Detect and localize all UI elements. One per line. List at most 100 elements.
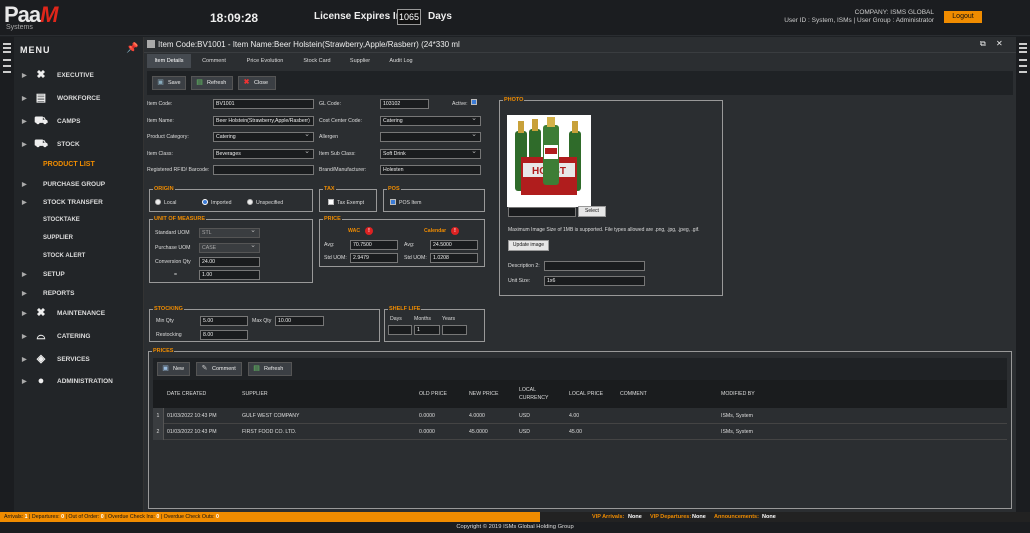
sidebar-item-administration[interactable]: ▶ ● ADMINISTRATION: [14, 373, 144, 391]
chevron-down-icon: ▶: [22, 142, 27, 148]
announcements-value: None: [762, 514, 776, 520]
max-qty-input[interactable]: 10.00: [275, 316, 324, 326]
tab-stock-card[interactable]: Stock Card: [295, 54, 339, 68]
uom-title: UNIT OF MEASURE: [153, 216, 207, 222]
cal-std-label: Std UOM:: [404, 255, 427, 261]
logout-button[interactable]: Logout: [944, 11, 982, 23]
restore-icon[interactable]: ⧉: [980, 39, 986, 49]
description-2-label: Description 2:: [508, 263, 540, 269]
tax-title: TAX: [323, 186, 336, 192]
restocking-input[interactable]: 8.00: [200, 330, 248, 340]
allergen-select[interactable]: [380, 132, 481, 142]
description-2-input[interactable]: [544, 261, 645, 271]
row-number: 1: [153, 408, 164, 424]
overdue-checkouts-count[interactable]: 0: [216, 514, 219, 520]
pos-item-checkbox[interactable]: [390, 199, 396, 205]
sidebar-sub-purchase-group[interactable]: ▶ PURCHASE GROUP: [14, 176, 144, 194]
brand-input[interactable]: Holesten: [380, 165, 481, 175]
active-checkbox[interactable]: [471, 99, 477, 105]
select-photo-button[interactable]: Select: [578, 206, 606, 217]
sidebar-sub-stock-alert[interactable]: STOCK ALERT: [43, 253, 85, 259]
prices-refresh-button[interactable]: ▤ Refresh: [248, 362, 292, 376]
close-label: Close: [254, 80, 269, 86]
refresh-label: Refresh: [207, 80, 227, 86]
tab-item-details[interactable]: Item Details: [147, 54, 191, 68]
chevron-right-icon: ▶: [22, 96, 27, 102]
item-class-select[interactable]: Beverages: [213, 149, 314, 159]
sidebar-sub-product-list[interactable]: PRODUCT LIST: [43, 161, 95, 168]
logo-subtitle: Systems: [6, 24, 33, 31]
out-of-order-count[interactable]: 0: [101, 514, 104, 520]
calendar-info-icon[interactable]: !: [451, 227, 459, 235]
origin-local-radio[interactable]: [155, 199, 161, 205]
refresh-button[interactable]: ▤ Refresh: [191, 76, 233, 90]
table-row[interactable]: 2 01/03/2022 10:43 PM FIRST FOOD CO. LTD…: [153, 424, 1007, 440]
origin-unspecified-radio[interactable]: [247, 199, 253, 205]
product-category-select[interactable]: Catering: [213, 132, 314, 142]
sidebar-sub-reports[interactable]: ▶ REPORTS: [14, 285, 144, 303]
gl-code-input[interactable]: 103102: [380, 99, 429, 109]
left-rail[interactable]: [0, 37, 14, 512]
table-row[interactable]: 1 01/03/2022 10:43 PM GULF WEST COMPANY …: [153, 408, 1007, 424]
min-qty-input[interactable]: 5.00: [200, 316, 248, 326]
close-icon[interactable]: ✕: [996, 39, 1003, 48]
sidebar-item-workforce[interactable]: ▶ ▤ WORKFORCE: [14, 90, 144, 108]
shelf-years-input[interactable]: [442, 325, 467, 335]
sidebar-sub-stock-transfer[interactable]: ▶ STOCK TRANSFER: [14, 194, 144, 212]
right-rail[interactable]: [1016, 37, 1030, 512]
arrivals-count[interactable]: 1: [25, 514, 28, 520]
sidebar-sub-supplier[interactable]: SUPPLIER: [43, 235, 73, 241]
departures-count[interactable]: 0: [61, 514, 64, 520]
product-image: HOLST: [507, 115, 591, 207]
purchase-uom-select[interactable]: CASE: [199, 243, 260, 253]
item-code-input[interactable]: BV1001: [213, 99, 314, 109]
wac-info-icon[interactable]: !: [365, 227, 373, 235]
prices-refresh-label: Refresh: [264, 366, 284, 372]
cost-center-label: Cost Center Code:: [319, 118, 362, 124]
hamburger-icon-bar: [3, 51, 11, 53]
shelf-days-input[interactable]: [388, 325, 412, 335]
unit-size-input[interactable]: 1x6: [544, 276, 645, 286]
sidebar-item-services[interactable]: ▶ ◈ SERVICES: [14, 351, 144, 369]
departures-label: Departures:: [31, 514, 60, 520]
item-sub-class-select[interactable]: Soft Drink: [380, 149, 481, 159]
update-image-button[interactable]: Update image: [508, 240, 549, 251]
sidebar-item-executive[interactable]: ▶ ✖ EXECUTIVE: [14, 67, 144, 85]
sidebar-item-stock[interactable]: ▶ ⛟ STOCK: [14, 136, 144, 154]
conversion-qty-input[interactable]: 24.00: [199, 257, 260, 267]
item-name-input[interactable]: Beer Holstein(Strawberry,Apple/Rasberr): [213, 116, 314, 126]
tab-supplier[interactable]: Supplier: [344, 54, 376, 68]
save-button[interactable]: ▣ Save: [152, 76, 186, 90]
app-root: PaaM Systems 18:09:28 License Expires In…: [0, 0, 1030, 533]
shelf-months-input[interactable]: 1: [414, 325, 440, 335]
tab-audit-log[interactable]: Audit Log: [381, 54, 421, 68]
sidebar-item-camps[interactable]: ▶ ⛟ CAMPS: [14, 113, 144, 131]
cost-center-select[interactable]: Catering: [380, 116, 481, 126]
tax-exempt-checkbox[interactable]: [328, 199, 334, 205]
comment-label: Comment: [212, 366, 236, 372]
origin-imported-radio[interactable]: [202, 199, 208, 205]
sidebar-sub-setup[interactable]: ▶ SETUP: [14, 266, 144, 284]
min-qty-label: Min Qty: [156, 318, 174, 324]
item-code-label: Item Code:: [147, 101, 173, 107]
cell-supplier: FIRST FOOD CO. LTD.: [242, 429, 297, 435]
sidebar-sub-stocktake[interactable]: STOCKTAKE: [43, 217, 80, 223]
license-days: 1065: [397, 9, 421, 25]
overdue-checkins-count[interactable]: 0: [156, 514, 159, 520]
sidebar-item-maintenance[interactable]: ▶ ✖ MAINTENANCE: [14, 305, 144, 323]
save-icon: ▣: [157, 79, 164, 86]
close-button[interactable]: ✖ Close: [238, 76, 276, 90]
uom-group: UNIT OF MEASURE Standard UOM STL Purchas…: [149, 216, 313, 283]
conversion-base-input[interactable]: 1.00: [199, 270, 260, 280]
pin-icon[interactable]: 📌: [126, 43, 138, 54]
photo-path-input[interactable]: [508, 207, 576, 217]
user-icon: ●: [37, 375, 45, 387]
tab-price-evolution[interactable]: Price Evolution: [240, 54, 290, 68]
standard-uom-select[interactable]: STL: [199, 228, 260, 238]
tab-comment[interactable]: Comment: [193, 54, 235, 68]
comment-button[interactable]: ✎ Comment: [196, 362, 242, 376]
cell-local-price: 4.00: [569, 413, 580, 419]
rfid-input[interactable]: [213, 165, 314, 175]
new-price-button[interactable]: ▣ New: [157, 362, 190, 376]
sidebar-item-catering[interactable]: ▶ ⌓ CATERING: [14, 328, 144, 346]
